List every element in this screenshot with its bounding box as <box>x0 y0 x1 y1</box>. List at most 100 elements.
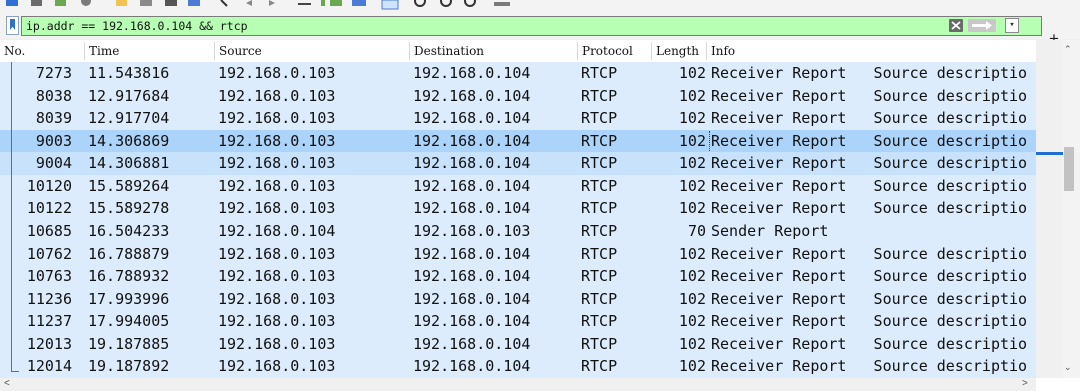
packet-info: Receiver Report Source descriptio <box>711 64 1028 82</box>
packet-destination: 192.168.0.104 <box>413 244 531 263</box>
display-filter-input[interactable]: ip.addr == 192.168.0.104 && rtcp ▾ <box>21 16 1042 36</box>
packet-row[interactable]: 7273 11.543816 192.168.0.103 192.168.0.104 R… <box>0 62 1036 85</box>
packet-row[interactable]: 12013 19.187885 192.168.0.103 192.168.0.104… <box>0 332 1036 356</box>
packet-destination: 192.168.0.103 <box>413 221 531 240</box>
packet-number: 12013 <box>26 334 72 353</box>
packet-row[interactable]: 8038 12.917684 192.168.0.103 192.168.0.104 R… <box>0 84 1036 108</box>
packet-number: 11237 <box>26 312 72 331</box>
packet-time: 14.306881 <box>88 154 170 173</box>
packet-source: 192.168.0.103 <box>218 334 336 353</box>
go-forward-icon <box>269 0 275 6</box>
packet-row[interactable]: 10685 16.504233 192.168.0.104 192.168.0.103… <box>0 219 1036 243</box>
column-separator[interactable] <box>706 42 707 60</box>
packet-source: 192.168.0.104 <box>218 221 336 240</box>
packet-row[interactable]: 10762 16.788879 192.168.0.103 192.168.0.104… <box>0 242 1036 266</box>
filter-bookmark-button[interactable] <box>6 16 19 35</box>
go-last-icon <box>330 0 342 6</box>
column-separator[interactable] <box>84 42 85 60</box>
packet-source: 192.168.0.103 <box>218 289 336 308</box>
filter-text: ip.addr == 192.168.0.104 && rtcp <box>26 19 248 33</box>
packet-row[interactable]: 8039 12.917704 192.168.0.103 192.168.0.104 R… <box>0 107 1036 130</box>
packet-length: 102 <box>678 357 706 376</box>
packet-time: 17.993996 <box>88 289 170 308</box>
options-icon <box>81 0 91 6</box>
packet-source: 192.168.0.103 <box>218 312 336 331</box>
packet-row[interactable]: 9004 14.306881 192.168.0.103 192.168.0.104 R… <box>0 152 1036 175</box>
packet-info: Receiver Report Source descriptio <box>711 312 1028 331</box>
column-info[interactable]: Info <box>711 44 735 58</box>
packet-protocol: RTCP <box>581 244 618 263</box>
packet-protocol: RTCP <box>581 199 618 218</box>
clear-filter-button[interactable] <box>949 19 963 32</box>
horizontal-scrollbar[interactable]: < > <box>0 378 1036 391</box>
packet-time: 12.917704 <box>88 109 170 128</box>
packet-info: Receiver Report Source descriptio <box>711 86 1028 105</box>
packet-source: 192.168.0.103 <box>218 109 336 128</box>
packet-protocol: RTCP <box>581 131 618 150</box>
chevron-down-icon: ▾ <box>1009 20 1015 30</box>
packet-info: Receiver Report Source descriptio <box>711 176 1028 195</box>
column-destination[interactable]: Destination <box>414 44 484 58</box>
column-source[interactable]: Source <box>219 44 262 58</box>
column-separator[interactable] <box>214 42 215 60</box>
normal-size-icon <box>464 0 476 7</box>
packet-time: 12.917684 <box>88 86 170 105</box>
packet-time: 16.504233 <box>88 221 170 240</box>
column-time[interactable]: Time <box>89 44 119 58</box>
conversation-bracket <box>11 62 12 372</box>
packet-length: 102 <box>678 334 706 353</box>
packet-protocol: RTCP <box>581 154 618 173</box>
packet-length: 70 <box>687 221 706 240</box>
packet-row[interactable]: 9003 14.306869 192.168.0.103 192.168.0.104 R… <box>0 129 1036 153</box>
packet-protocol: RTCP <box>581 357 618 376</box>
packet-protocol: RTCP <box>581 267 618 286</box>
vertical-scrollbar[interactable]: ⌃ ⌄ <box>1036 40 1080 378</box>
packet-row[interactable]: 11236 17.993996 192.168.0.103 192.168.0.104… <box>0 287 1036 311</box>
packet-info: Receiver Report Source descriptio <box>711 131 1028 150</box>
packet-time: 16.788879 <box>88 244 170 263</box>
scroll-left-icon[interactable]: < <box>4 378 10 389</box>
packet-length: 102 <box>678 86 706 105</box>
zoom-out-icon <box>440 0 452 7</box>
packet-minimap[interactable] <box>1036 40 1063 378</box>
packet-time: 19.187892 <box>88 357 170 376</box>
packet-info: Receiver Report Source descriptio <box>711 334 1028 353</box>
zoom-in-icon <box>414 0 426 7</box>
packet-row[interactable]: 10763 16.788932 192.168.0.103 192.168.0.104… <box>0 265 1036 288</box>
packet-number: 10763 <box>26 267 72 286</box>
restart-icon <box>55 0 66 6</box>
recent-filters-dropdown[interactable]: ▾ <box>1005 18 1019 33</box>
packet-source: 192.168.0.103 <box>218 64 336 82</box>
packet-list: No. Time Source Destination Protocol Len… <box>0 40 1080 391</box>
packet-length: 102 <box>678 176 706 195</box>
column-separator[interactable] <box>409 42 410 60</box>
packet-time: 15.589278 <box>88 199 170 218</box>
packet-time: 15.589264 <box>88 176 170 195</box>
scroll-right-icon[interactable]: > <box>1022 378 1028 389</box>
packet-protocol: RTCP <box>581 221 618 240</box>
vertical-scroll-thumb[interactable] <box>1064 147 1074 191</box>
column-protocol[interactable]: Protocol <box>582 44 633 58</box>
column-length[interactable]: Length <box>656 44 699 58</box>
packet-info: Receiver Report Source descriptio <box>711 109 1028 128</box>
packet-number: 9003 <box>35 131 72 150</box>
column-separator[interactable] <box>651 42 652 60</box>
packet-info: Receiver Report Source descriptio <box>711 357 1028 376</box>
apply-filter-button[interactable] <box>968 19 996 32</box>
scroll-down-icon[interactable]: ⌄ <box>1064 362 1072 373</box>
packet-time: 11.543816 <box>88 64 170 82</box>
column-no[interactable]: No. <box>4 44 25 58</box>
packet-source: 192.168.0.103 <box>218 267 336 286</box>
packet-info: Receiver Report Source descriptio <box>711 154 1028 173</box>
packet-row[interactable]: 11237 17.994005 192.168.0.103 192.168.0.104… <box>0 310 1036 333</box>
packet-protocol: RTCP <box>581 176 618 195</box>
packet-destination: 192.168.0.104 <box>413 131 531 150</box>
packet-protocol: RTCP <box>581 86 618 105</box>
packet-length: 102 <box>678 199 706 218</box>
column-separator[interactable] <box>577 42 578 60</box>
packet-row[interactable]: 12014 19.187892 192.168.0.103 192.168.0.104… <box>0 355 1036 378</box>
scroll-up-icon[interactable]: ⌃ <box>1064 44 1072 55</box>
packet-row[interactable]: 10122 15.589278 192.168.0.103 192.168.0.104… <box>0 197 1036 220</box>
packet-row[interactable]: 10120 15.589264 192.168.0.103 192.168.0.104… <box>0 174 1036 198</box>
packet-length: 102 <box>678 64 706 82</box>
